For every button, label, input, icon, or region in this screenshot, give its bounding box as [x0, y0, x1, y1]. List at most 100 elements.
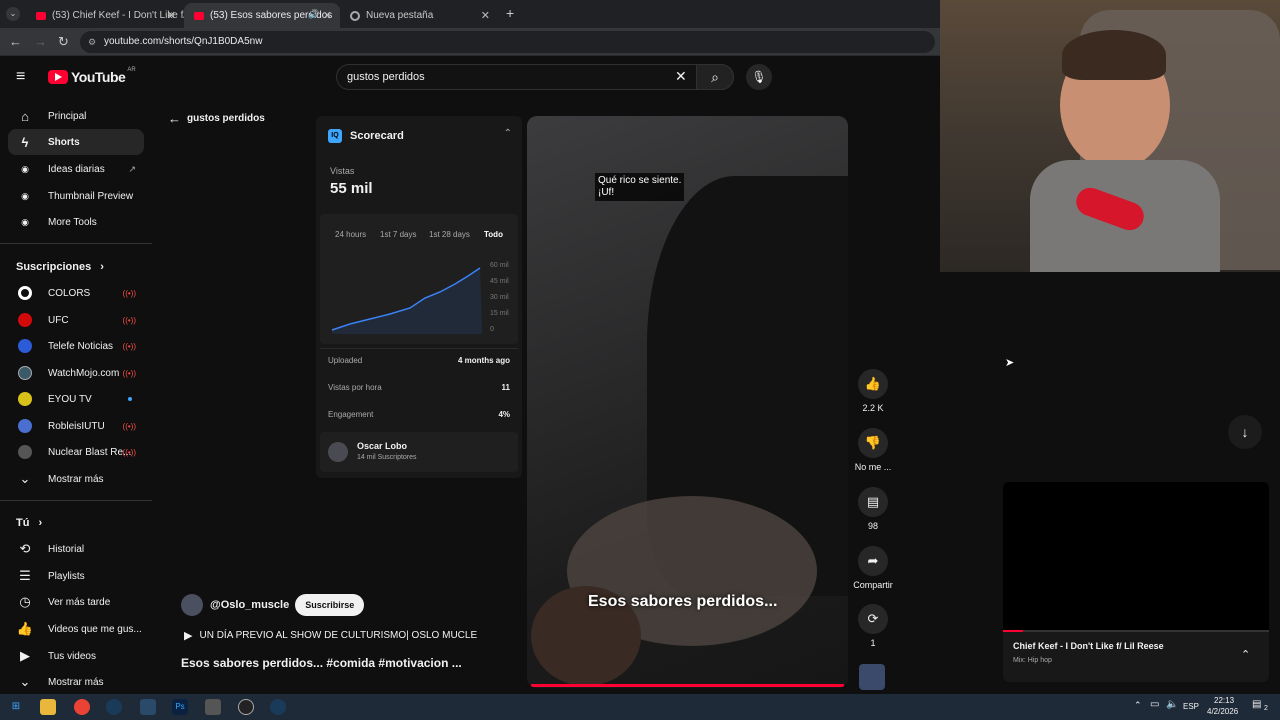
- clock-icon: ◷: [19, 594, 31, 609]
- tray-chevron-icon[interactable]: ⌃: [1134, 700, 1142, 711]
- miniplayer-progress[interactable]: [1003, 630, 1269, 632]
- music-row[interactable]: ▶ UN DÍA PREVIO AL SHOW DE CULTURISMO| O…: [184, 629, 477, 642]
- sidebar-sub-colors[interactable]: COLORS ((•)): [8, 280, 144, 306]
- audio-thumbnail[interactable]: [859, 664, 885, 690]
- tab-new-tab[interactable]: Nueva pestaña ✕: [342, 3, 498, 28]
- back-icon[interactable]: ←: [9, 34, 22, 49]
- url-field[interactable]: ⚙ youtube.com/shorts/QnJ1B0DA5nw: [80, 31, 935, 53]
- channel-name: Oscar Lobo: [357, 441, 408, 451]
- comment-count: 98: [867, 521, 878, 531]
- like-icon: 👍: [858, 369, 888, 399]
- short-title[interactable]: Esos sabores perdidos... #comida #motiva…: [181, 656, 462, 670]
- share-button[interactable]: ➦ Compartir: [850, 546, 896, 590]
- sidebar-sub-robleis[interactable]: RobleisIUTU ((•)): [8, 413, 144, 439]
- sidebar-item-thumbnail-preview[interactable]: ◉ Thumbnail Preview: [8, 183, 144, 209]
- live-icon: ((•)): [122, 341, 136, 351]
- youtube-favicon-icon: [36, 11, 46, 20]
- clock-date[interactable]: 4/2/2026: [1207, 707, 1238, 716]
- like-icon: 👍: [16, 621, 34, 636]
- miniplayer-video[interactable]: [1003, 482, 1269, 630]
- scroll-down-button[interactable]: ↓: [1228, 415, 1262, 449]
- sidebar-sub-watchmojo[interactable]: WatchMojo.com ((•)): [8, 360, 144, 386]
- you-label: Tú: [16, 517, 30, 529]
- voice-search-button[interactable]: 🎙: [746, 64, 772, 90]
- obs-icon[interactable]: [238, 699, 254, 715]
- clock-time[interactable]: 22:13: [1214, 696, 1234, 705]
- calculator-icon[interactable]: [205, 699, 221, 715]
- windows-start-icon[interactable]: ⊞: [8, 699, 24, 715]
- sidebar-sub-eyou-tv[interactable]: EYOU TV: [8, 386, 144, 412]
- audio-icon[interactable]: 🔊: [308, 9, 319, 20]
- range-tab-28d[interactable]: 1st 28 days: [429, 230, 470, 239]
- tab-search-icon[interactable]: ⌄: [6, 7, 20, 21]
- you-heading[interactable]: Tú ›: [16, 517, 42, 529]
- sidebar-sub-ufc[interactable]: UFC ((•)): [8, 307, 144, 333]
- miniplayer[interactable]: Chief Keef - I Don't Like f/ Lil Reese M…: [1003, 482, 1269, 682]
- sidebar-item-shorts[interactable]: ϟ Shorts: [8, 129, 144, 155]
- chevron-up-icon[interactable]: ⌃: [504, 128, 512, 139]
- sidebar-show-more[interactable]: ⌄ Mostrar más: [8, 466, 144, 492]
- tab-chief-keef[interactable]: (53) Chief Keef - I Don't Like f/ L ✕: [26, 3, 184, 28]
- channel-handle[interactable]: @Oslo_muscle: [210, 599, 289, 611]
- range-tab-todo[interactable]: Todo: [484, 230, 503, 239]
- close-tab-icon[interactable]: ✕: [167, 9, 176, 22]
- sidebar-show-more-2[interactable]: ⌄ Mostrar más: [8, 669, 144, 695]
- steam-icon-2[interactable]: [270, 699, 286, 715]
- terminal-icon[interactable]: [140, 699, 156, 715]
- sidebar-item-label: Telefe Noticias: [48, 340, 114, 352]
- views-value: 55 mil: [330, 180, 373, 197]
- stat-label: Vistas por hora: [328, 383, 382, 392]
- play-icon: ▶: [184, 630, 193, 642]
- forward-icon[interactable]: →: [34, 34, 47, 49]
- chevron-down-icon: ⌄: [19, 471, 31, 486]
- steam-icon[interactable]: [106, 699, 122, 715]
- photoshop-icon[interactable]: Ps: [172, 699, 188, 715]
- comment-button[interactable]: ▤ 98: [850, 487, 896, 531]
- sidebar-item-more-tools[interactable]: ◉ More Tools: [8, 209, 144, 235]
- clear-search-icon[interactable]: ✕: [675, 68, 687, 85]
- sidebar-item-principal[interactable]: ⌂ Principal: [8, 103, 144, 129]
- tab-esos-sabores[interactable]: (53) Esos sabores perdidos 🔊 ✕: [184, 3, 340, 28]
- sidebar-item-liked-videos[interactable]: 👍 Videos que me gus...: [8, 616, 144, 642]
- subscribe-button[interactable]: Suscribirse: [295, 594, 365, 616]
- new-tab-icon[interactable]: +: [506, 5, 514, 21]
- search-input[interactable]: gustos perdidos ✕: [336, 64, 734, 90]
- sidebar-item-label: WatchMojo.com: [48, 367, 120, 379]
- remix-button[interactable]: ⟳ 1: [850, 604, 896, 648]
- subscriptions-heading[interactable]: Suscripciones ›: [16, 261, 104, 273]
- channel-avatar[interactable]: [181, 594, 203, 616]
- file-explorer-icon[interactable]: [40, 699, 56, 715]
- chrome-icon[interactable]: [74, 699, 90, 715]
- live-icon: ((•)): [122, 447, 136, 457]
- chevron-up-icon[interactable]: ⌃: [1241, 648, 1250, 661]
- sidebar-item-ver-mas-tarde[interactable]: ◷ Ver más tarde: [8, 589, 144, 615]
- notification-icon[interactable]: ▤: [1252, 699, 1261, 710]
- sidebar-item-label: Playlists: [48, 570, 85, 582]
- search-button[interactable]: ⌕: [696, 64, 734, 90]
- sidebar-sub-telefe[interactable]: Telefe Noticias ((•)): [8, 333, 144, 359]
- range-tab-24h[interactable]: 24 hours: [335, 230, 366, 239]
- sidebar-item-tus-videos[interactable]: ▶ Tus videos: [8, 643, 144, 669]
- divider: [320, 348, 518, 349]
- progress-bar[interactable]: [531, 684, 844, 687]
- close-tab-icon[interactable]: ✕: [481, 9, 490, 22]
- reload-icon[interactable]: ↻: [58, 34, 69, 50]
- sidebar-sub-nuclear-blast[interactable]: Nuclear Blast Re... ((•)): [8, 439, 144, 465]
- back-to-search[interactable]: ← gustos perdidos: [168, 111, 265, 126]
- sidebar-item-ideas-diarias[interactable]: ◉ Ideas diarias ↗: [8, 156, 144, 182]
- sidebar-item-playlists[interactable]: ☰ Playlists: [8, 563, 144, 589]
- scorecard-header[interactable]: IQ Scorecard: [328, 129, 404, 143]
- language-indicator[interactable]: ESP: [1183, 702, 1199, 711]
- site-info-icon[interactable]: ⚙: [88, 31, 96, 53]
- network-icon[interactable]: ▭: [1150, 699, 1159, 710]
- sidebar-item-label: Ideas diarias: [48, 163, 105, 175]
- volume-icon[interactable]: 🔈: [1166, 699, 1178, 710]
- range-tab-7d[interactable]: 1st 7 days: [380, 230, 416, 239]
- sidebar-item-historial[interactable]: ⟲ Historial: [8, 536, 144, 562]
- mic-icon: 🎙: [751, 70, 767, 84]
- short-video-player[interactable]: Qué rico se siente. ¡Uf! Esos sabores pe…: [527, 116, 848, 688]
- dislike-button[interactable]: 👎 No me ...: [850, 428, 896, 472]
- like-button[interactable]: 👍 2.2 K: [850, 369, 896, 413]
- close-tab-icon[interactable]: ✕: [323, 9, 332, 22]
- channel-row[interactable]: Oscar Lobo 14 mil Suscriptores: [320, 432, 518, 472]
